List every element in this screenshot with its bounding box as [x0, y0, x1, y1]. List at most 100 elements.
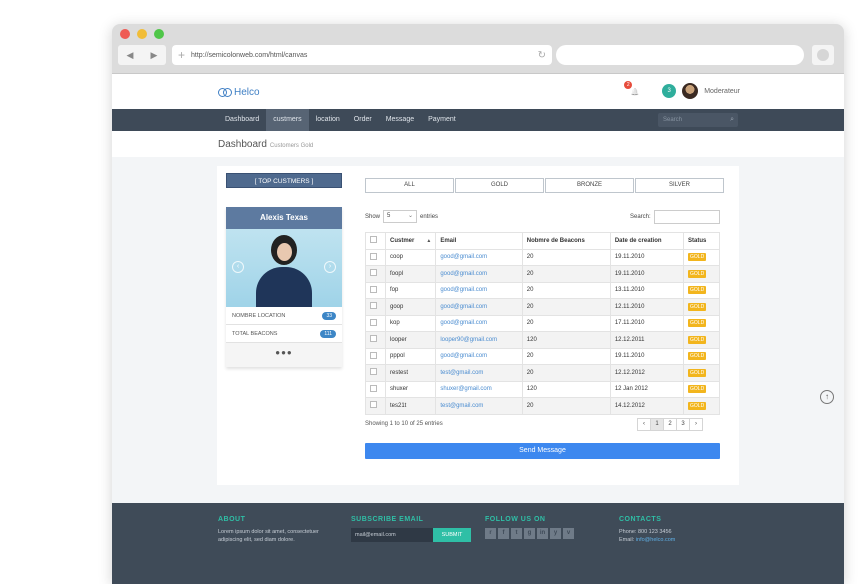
subscribe-submit-button[interactable]: SUBMIT [433, 528, 471, 542]
table-search-input[interactable] [653, 210, 720, 224]
table-row[interactable]: fop good@gmail.com 20 13.11.2010 GOLD [365, 281, 720, 299]
top-customers-button[interactable]: [ TOP CUSTMERS ] [226, 173, 342, 188]
select-all-checkbox[interactable] [370, 236, 377, 244]
logo[interactable]: Helco [218, 87, 260, 98]
forward-arrow-icon[interactable]: ▶ [151, 50, 158, 61]
notification-bell[interactable]: 🔔 2 [624, 81, 642, 98]
maximize-window-button[interactable] [154, 29, 164, 39]
pager-next[interactable]: › [689, 418, 703, 431]
pager-prev[interactable]: ‹ [637, 418, 651, 431]
rss-icon[interactable]: r [485, 528, 496, 539]
table-row[interactable]: coop good@gmail.com 20 19.11.2010 GOLD [365, 248, 720, 266]
column-header-status[interactable]: Status [683, 232, 720, 250]
column-label: Custmer [390, 237, 415, 244]
row-checkbox[interactable] [370, 368, 377, 376]
browser-menu-button[interactable] [812, 45, 834, 65]
email-link[interactable]: good@gmail.com [440, 254, 487, 260]
table-row[interactable]: pppol good@gmail.com 20 19.11.2010 GOLD [365, 347, 720, 365]
table-row[interactable]: foopl good@gmail.com 20 19.11.2010 GOLD [365, 265, 720, 283]
table-row[interactable]: restest test@gmail.com 20 12.12.2012 GOLD [365, 364, 720, 382]
row-checkbox[interactable] [370, 351, 377, 359]
page-length-select[interactable]: 5 ⌄ [383, 210, 418, 223]
linkedin-icon[interactable]: in [537, 528, 548, 539]
row-checkbox[interactable] [370, 269, 377, 277]
send-message-button[interactable]: Send Message [365, 443, 720, 459]
row-checkbox[interactable] [370, 335, 377, 343]
email-link[interactable]: good@gmail.com [440, 287, 487, 293]
row-checkbox[interactable] [370, 384, 377, 392]
email-link[interactable]: good@gmail.com [440, 304, 487, 310]
customers-table: Custmer ▲ Email Nobmre de Beacons Date de… [365, 232, 720, 415]
message-count-badge[interactable]: 3 [662, 84, 677, 98]
nav-item-custmers[interactable]: custmers [266, 109, 309, 131]
row-checkbox[interactable] [370, 318, 377, 326]
reload-icon[interactable]: ↻ [538, 50, 546, 61]
user-role[interactable]: Moderateur [704, 88, 740, 95]
pager-page-3[interactable]: 3 [676, 418, 690, 431]
cell-beacons: 20 [521, 314, 611, 332]
browser-search-bar[interactable] [556, 45, 804, 65]
email-link[interactable]: test@gmail.com [440, 370, 483, 376]
url-text[interactable]: http://semicolonweb.com/html/canvas [191, 52, 538, 59]
column-header-date[interactable]: Date de creation [609, 232, 685, 250]
email-link[interactable]: looper90@gmail.com [440, 337, 497, 343]
pager-page-1[interactable]: 1 [650, 418, 664, 431]
facebook-icon[interactable]: f [498, 528, 509, 539]
plus-icon[interactable]: + [178, 48, 185, 62]
cell-custmer: coop [384, 248, 437, 266]
address-bar[interactable]: + http://semicolonweb.com/html/canvas ↻ [172, 45, 552, 65]
twitter-icon[interactable]: t [511, 528, 522, 539]
footer-email-label: Email: [619, 537, 635, 543]
back-arrow-icon[interactable]: ◀ [127, 50, 134, 61]
status-badge: GOLD [688, 352, 707, 361]
column-header-custmer[interactable]: Custmer ▲ [384, 232, 437, 250]
pager-page-2[interactable]: 2 [663, 418, 677, 431]
email-link[interactable]: test@gmail.com [440, 403, 483, 409]
subscribe-email-input[interactable]: mail@email.com [351, 528, 433, 542]
row-checkbox[interactable] [370, 285, 377, 293]
row-checkbox-cell [365, 314, 386, 332]
scroll-top-icon[interactable]: ↑ [820, 390, 834, 404]
filter-all[interactable]: ALL [365, 178, 454, 193]
carousel-dots[interactable]: ●●● [226, 343, 342, 357]
search-icon[interactable]: ⌕ [730, 113, 734, 127]
table-row[interactable]: goop good@gmail.com 20 12.11.2010 GOLD [365, 298, 720, 316]
email-link[interactable]: good@gmail.com [440, 320, 487, 326]
cell-custmer: looper [384, 331, 437, 349]
profile-name: Alexis Texas [226, 207, 342, 229]
minimize-window-button[interactable] [137, 29, 147, 39]
chevron-right-icon[interactable]: › [324, 261, 336, 273]
google-plus-icon[interactable]: g [524, 528, 535, 539]
column-header-beacons[interactable]: Nobmre de Beacons [521, 232, 611, 250]
table-info: Showing 1 to 10 of 25 entries [365, 421, 443, 427]
filter-gold[interactable]: GOLD [455, 178, 544, 193]
nav-item-dashboard[interactable]: Dashboard [218, 109, 266, 131]
row-checkbox[interactable] [370, 252, 377, 260]
table-row[interactable]: looper looper90@gmail.com 120 12.12.2011 GOL… [365, 331, 720, 349]
email-link[interactable]: good@gmail.com [440, 271, 487, 277]
filter-silver[interactable]: SILVER [635, 178, 724, 193]
table-row[interactable]: tes21t test@gmail.com 20 14.12.2012 GOLD [365, 397, 720, 415]
nav-item-message[interactable]: Message [379, 109, 421, 131]
email-link[interactable]: good@gmail.com [440, 353, 487, 359]
sort-up-icon[interactable]: ▲ [426, 238, 431, 244]
youtube-icon[interactable]: y [550, 528, 561, 539]
row-checkbox[interactable] [370, 401, 377, 409]
close-window-button[interactable] [120, 29, 130, 39]
nav-item-location[interactable]: location [309, 109, 347, 131]
nav-search-input[interactable]: Search ⌕ [658, 113, 738, 127]
row-checkbox[interactable] [370, 302, 377, 310]
nav-item-order[interactable]: Order [347, 109, 379, 131]
avatar[interactable] [682, 83, 699, 99]
filter-bronze[interactable]: BRONZE [545, 178, 634, 193]
column-header-email[interactable]: Email [435, 232, 523, 250]
table-row[interactable]: kop good@gmail.com 20 17.11.2010 GOLD [365, 314, 720, 332]
email-link[interactable]: shuxer@gmail.com [440, 386, 491, 392]
table-row[interactable]: shuxer shuxer@gmail.com 120 12 Jan 2012 GOLD [365, 380, 720, 398]
cell-custmer: goop [384, 298, 437, 316]
chevron-left-icon[interactable]: ‹ [232, 261, 244, 273]
footer-email-link[interactable]: info@helco.com [636, 537, 676, 543]
cell-beacons: 20 [521, 364, 611, 382]
nav-item-payment[interactable]: Payment [421, 109, 463, 131]
vimeo-icon[interactable]: v [563, 528, 574, 539]
